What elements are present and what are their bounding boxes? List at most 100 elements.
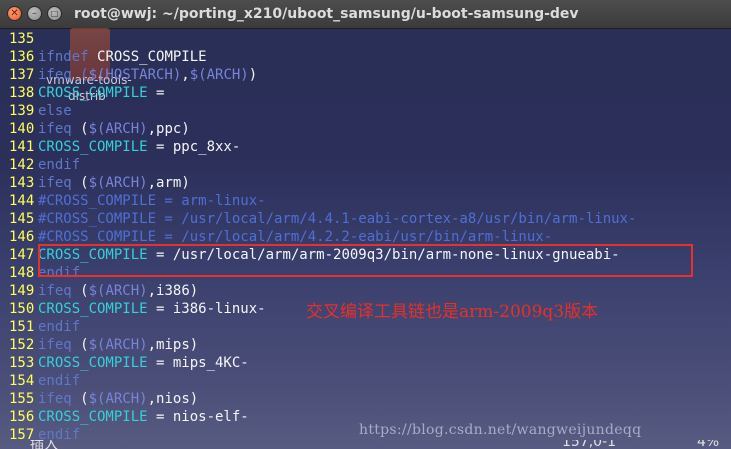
code-token: ifeq bbox=[38, 337, 81, 353]
code-token: else bbox=[38, 103, 72, 119]
code-text: endif bbox=[38, 372, 80, 390]
line-number: 148 bbox=[9, 265, 35, 281]
code-token: ifeq bbox=[38, 283, 81, 299]
code-line[interactable]: 144 #CROSS_COMPILE = arm-linux- bbox=[0, 192, 731, 210]
line-number: 139 bbox=[9, 103, 35, 119]
code-line[interactable]: 136 ifndef CROSS_COMPILE bbox=[0, 48, 731, 66]
code-token: = i386-linux- bbox=[147, 301, 266, 317]
code-text: ifeq ($(ARCH),ppc) bbox=[38, 120, 190, 138]
code-token: CROSS_COMPILE bbox=[38, 409, 148, 425]
code-line[interactable]: 154 endif bbox=[0, 372, 731, 390]
line-number: 138 bbox=[9, 85, 35, 101]
scroll-percent: 4% bbox=[697, 440, 720, 449]
code-token: $(ARCH) bbox=[88, 337, 148, 353]
code-token: = bbox=[147, 85, 165, 101]
code-token: $(ARCH) bbox=[88, 283, 148, 299]
code-line[interactable]: 145 #CROSS_COMPILE = /usr/local/arm/4.4.1… bbox=[0, 210, 731, 228]
code-token: endif bbox=[38, 319, 81, 335]
code-line[interactable]: 138 CROSS_COMPILE = bbox=[0, 84, 731, 102]
code-text: ifeq ($(HOSTARCH),$(ARCH)) bbox=[38, 66, 257, 84]
line-number: 146 bbox=[9, 229, 35, 245]
cursor-position: 157,0-1 bbox=[562, 440, 617, 449]
code-token: , bbox=[181, 67, 190, 83]
code-line[interactable]: 153 CROSS_COMPILE = mips_4KC- bbox=[0, 354, 731, 372]
code-token: #CROSS_COMPILE = /usr/local/arm/4.2.2-ea… bbox=[38, 229, 553, 245]
line-number: 154 bbox=[9, 373, 35, 389]
window-title: root@wwj: ~/porting_x210/uboot_samsung/u… bbox=[74, 6, 579, 22]
code-text: #CROSS_COMPILE = /usr/local/arm/4.4.1-ea… bbox=[38, 210, 636, 228]
code-text: CROSS_COMPILE = nios-elf- bbox=[38, 408, 249, 426]
code-line[interactable]: 155 ifeq ($(ARCH),nios) bbox=[0, 390, 731, 408]
code-token: $(ARCH) bbox=[88, 121, 148, 137]
code-token: ,i386) bbox=[147, 283, 199, 299]
code-text: endif bbox=[38, 318, 80, 336]
code-line[interactable]: 152 ifeq ($(ARCH),mips) bbox=[0, 336, 731, 354]
line-number: 143 bbox=[9, 175, 35, 191]
code-text: CROSS_COMPILE = i386-linux- bbox=[38, 300, 266, 318]
code-token: $(ARCH) bbox=[88, 391, 148, 407]
code-token: CROSS_COMPILE bbox=[38, 301, 148, 317]
window-titlebar: ✕ – □ root@wwj: ~/porting_x210/uboot_sam… bbox=[0, 0, 731, 29]
code-text: ifeq ($(ARCH),mips) bbox=[38, 336, 198, 354]
code-text: ifeq ($(ARCH),i386) bbox=[38, 282, 198, 300]
code-token: ifeq ( bbox=[38, 67, 89, 83]
line-number: 152 bbox=[9, 337, 35, 353]
line-number: 137 bbox=[9, 67, 35, 83]
code-token: #CROSS_COMPILE = /usr/local/arm/4.4.1-ea… bbox=[38, 211, 637, 227]
code-text: ifeq ($(ARCH),nios) bbox=[38, 390, 198, 408]
code-text: CROSS_COMPILE = mips_4KC- bbox=[38, 354, 249, 372]
code-text: else bbox=[38, 102, 72, 120]
line-number: 145 bbox=[9, 211, 35, 227]
line-number: 142 bbox=[9, 157, 35, 173]
code-token: ( bbox=[80, 283, 89, 299]
code-token: = mips_4KC- bbox=[147, 355, 249, 371]
code-line[interactable]: 140 ifeq ($(ARCH),ppc) bbox=[0, 120, 731, 138]
code-text: CROSS_COMPILE = ppc_8xx- bbox=[38, 138, 240, 156]
annotation-text: 交叉编译工具链也是arm-2009q3版本 bbox=[306, 302, 599, 322]
code-token: endif bbox=[38, 157, 81, 173]
code-token: ( bbox=[80, 121, 89, 137]
line-number: 156 bbox=[9, 409, 35, 425]
code-token: $(ARCH) bbox=[189, 67, 249, 83]
code-line[interactable]: 141 CROSS_COMPILE = ppc_8xx- bbox=[0, 138, 731, 156]
code-token: ifeq bbox=[38, 175, 81, 191]
code-token: ( bbox=[80, 391, 89, 407]
code-text: CROSS_COMPILE = bbox=[38, 84, 164, 102]
code-token: = nios-elf- bbox=[147, 409, 249, 425]
code-line[interactable]: 139 else bbox=[0, 102, 731, 120]
line-number: 153 bbox=[9, 355, 35, 371]
highlight-box bbox=[38, 244, 693, 277]
line-number: 147 bbox=[9, 247, 35, 263]
code-token: $(ARCH) bbox=[88, 175, 148, 191]
code-token: ( bbox=[80, 175, 89, 191]
code-token: CROSS_COMPILE bbox=[38, 355, 148, 371]
close-window-button[interactable]: ✕ bbox=[7, 6, 22, 21]
code-token: ,nios) bbox=[147, 391, 199, 407]
line-number: 136 bbox=[9, 49, 35, 65]
editor-code-area[interactable]: 135 136 ifndef CROSS_COMPILE 137 ifeq ($(HOS… bbox=[0, 30, 731, 444]
line-number: 150 bbox=[9, 301, 35, 317]
vim-mode: 插入 bbox=[30, 440, 58, 449]
line-number: 151 bbox=[9, 319, 35, 335]
code-line[interactable]: 143 ifeq ($(ARCH),arm) bbox=[0, 174, 731, 192]
code-line[interactable]: 137 ifeq ($(HOSTARCH),$(ARCH)) bbox=[0, 66, 731, 84]
line-number: 141 bbox=[9, 139, 35, 155]
code-token: ,arm) bbox=[147, 175, 190, 191]
code-token: ,mips) bbox=[147, 337, 199, 353]
code-token: CROSS_COMPILE bbox=[97, 49, 207, 65]
line-number: 135 bbox=[9, 31, 35, 47]
line-number: 140 bbox=[9, 121, 35, 137]
code-token: = ppc_8xx- bbox=[147, 139, 241, 155]
vim-statusbar: 插入 157,0-1 4% bbox=[0, 440, 731, 449]
code-text: endif bbox=[38, 156, 80, 174]
maximize-window-button[interactable]: □ bbox=[47, 6, 62, 21]
code-token: CROSS_COMPILE bbox=[38, 85, 148, 101]
minimize-window-button[interactable]: – bbox=[27, 6, 42, 21]
code-token: endif bbox=[38, 373, 81, 389]
code-token: CROSS_COMPILE bbox=[38, 139, 148, 155]
code-text: ifndef CROSS_COMPILE bbox=[38, 48, 207, 66]
code-line[interactable]: 142 endif bbox=[0, 156, 731, 174]
code-text: #CROSS_COMPILE = arm-linux- bbox=[38, 192, 266, 210]
code-line[interactable]: 135 bbox=[0, 30, 731, 48]
code-token: ifndef bbox=[38, 49, 98, 65]
